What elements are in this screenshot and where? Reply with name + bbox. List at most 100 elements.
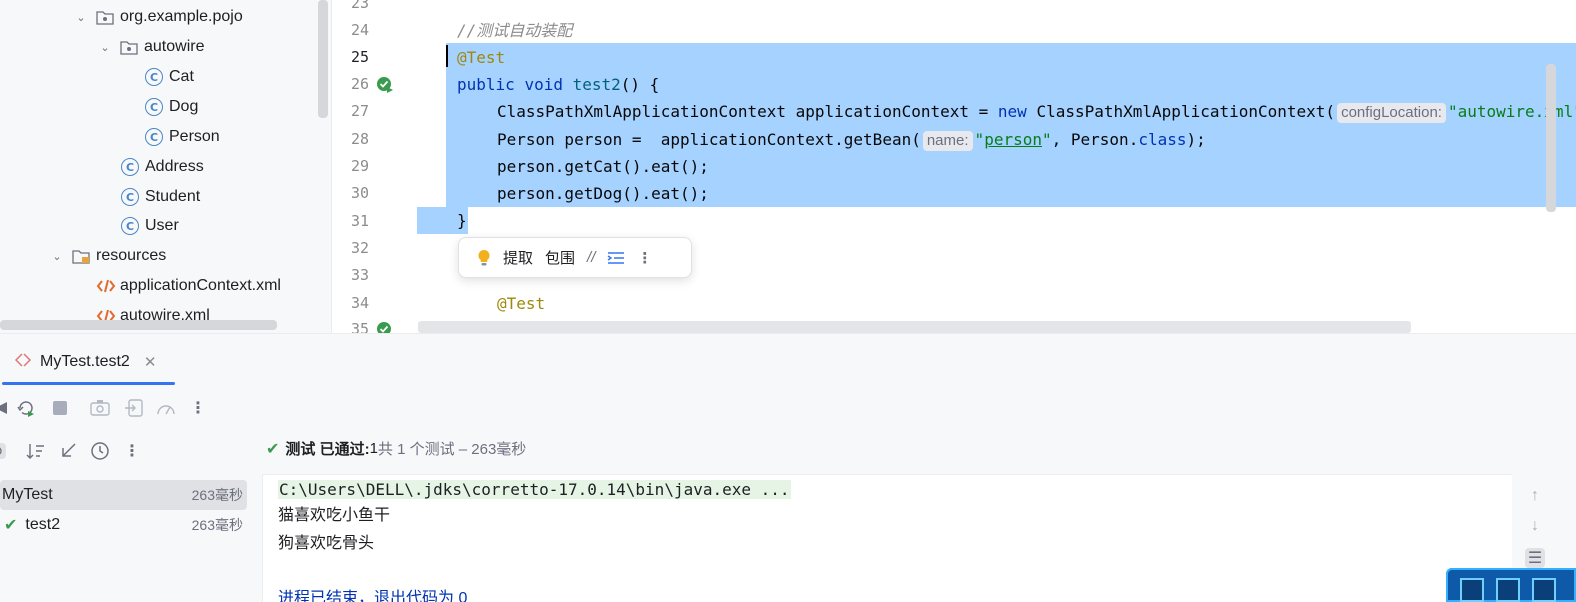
class-icon: C	[145, 98, 163, 116]
chevron-down-icon[interactable]: ⌄	[74, 11, 88, 24]
editor-vertical-scrollbar[interactable]	[1546, 64, 1556, 212]
code-line-24: //测试自动装配	[457, 17, 572, 44]
tree-item-address[interactable]: C Address	[121, 153, 204, 181]
code-line-31: }	[457, 207, 467, 234]
console-line: 猫喜欢吃小鱼干	[278, 507, 391, 524]
run-test-gutter-icon[interactable]	[376, 76, 394, 94]
rerun-icon[interactable]	[0, 398, 14, 418]
code-line-25: @Test	[457, 44, 505, 71]
package-icon	[120, 39, 138, 55]
tree-item-label: org.example.pojo	[120, 8, 243, 25]
tree-item-label: Cat	[169, 68, 194, 85]
line-number: 31	[351, 212, 370, 230]
code-text: );	[1186, 130, 1206, 149]
code-text: ClassPathXmlApplicationContext applicati…	[497, 102, 998, 121]
test-name: test2	[25, 516, 61, 533]
tree-item-student[interactable]: C Student	[121, 183, 200, 211]
rerun-failed-icon[interactable]	[16, 398, 36, 418]
console-command[interactable]: C:\Users\DELL\.jdks\corretto-17.0.14\bin…	[278, 480, 791, 499]
code-method-name: test2	[572, 75, 621, 94]
project-tree: ⌄ org.example.pojo ⌄ autowire C Cat C Do…	[0, 0, 332, 333]
tree-item-autowire[interactable]: ⌄ autowire	[98, 33, 204, 61]
surround-button[interactable]: 包围	[539, 244, 581, 272]
tree-item-label: resources	[96, 247, 167, 264]
collapse-all-icon[interactable]	[58, 441, 78, 461]
extract-button[interactable]: 提取	[497, 244, 539, 272]
filter-passed-icon[interactable]	[0, 441, 12, 461]
line-number: 33	[351, 266, 370, 284]
active-tab-indicator	[2, 382, 175, 385]
test-duration: 263毫秒	[191, 487, 243, 503]
code-keyword: void	[524, 75, 563, 94]
console-output[interactable]: C:\Users\DELL\.jdks\corretto-17.0.14\bin…	[262, 474, 1512, 602]
code-editor[interactable]: 23 24 25 26 27 28 29 30 31 32 33 34 35 /…	[333, 0, 1576, 333]
line-number-active: 25	[351, 48, 370, 66]
arrow-down-icon[interactable]: ↓	[1525, 516, 1545, 536]
status-summary: 共 1 个测试 – 263毫秒	[377, 441, 527, 458]
import-icon[interactable]	[124, 398, 144, 418]
tree-item-applicationcontext-xml[interactable]: applicationContext.xml	[96, 272, 281, 300]
widget-cell[interactable]	[1532, 578, 1556, 602]
class-icon: C	[121, 158, 139, 176]
code-line-26: public void test2() {	[457, 71, 659, 98]
tree-item-user[interactable]: C User	[121, 212, 179, 240]
camera-icon[interactable]	[90, 398, 110, 418]
tree-item-resources[interactable]: ⌄ resources	[50, 242, 166, 270]
code-keyword: new	[997, 102, 1027, 121]
parameter-hint: name:	[922, 131, 973, 151]
run-config-icon	[14, 352, 32, 373]
tree-horizontal-scrollbar[interactable]	[0, 320, 277, 330]
editor-horizontal-scrollbar[interactable]	[418, 321, 1411, 333]
widget-cell[interactable]	[1496, 578, 1520, 602]
arrow-up-icon[interactable]: ↑	[1525, 486, 1545, 506]
check-icon: ✔	[4, 517, 18, 534]
more-options-icon[interactable]: ⋮	[631, 244, 658, 272]
code-string: "autowire.xml");	[1447, 102, 1576, 121]
widget-cell[interactable]	[1460, 578, 1484, 602]
floating-action-toolbar: 提取 包围 // ⋮	[458, 237, 692, 278]
code-line-28: Person person = applicationContext.getBe…	[497, 126, 1206, 153]
line-number: 28	[351, 130, 370, 148]
tab-mytest-test2[interactable]: MyTest.test2 ✕	[14, 348, 156, 376]
history-icon[interactable]	[90, 441, 110, 461]
more-options-icon[interactable]: ⋮	[188, 398, 208, 418]
tree-item-person[interactable]: C Person	[145, 123, 220, 151]
run-test-gutter-icon[interactable]	[376, 321, 394, 333]
comment-button[interactable]: //	[581, 244, 601, 272]
line-number: 27	[351, 102, 370, 120]
code-text: , Person.	[1051, 130, 1139, 149]
soft-wrap-icon[interactable]: ☰	[1525, 548, 1545, 568]
line-number: 30	[351, 184, 370, 202]
sort-icon[interactable]	[26, 441, 46, 461]
code-text: Person person = applicationContext.getBe…	[497, 130, 921, 149]
xml-file-icon	[96, 277, 116, 295]
console-exit-line: 进程已结束，退出代码为 0	[278, 590, 468, 602]
coverage-icon[interactable]	[156, 398, 176, 418]
tree-item-cat[interactable]: C Cat	[145, 63, 194, 91]
console-line: 狗喜欢吃骨头	[278, 535, 375, 552]
lightbulb-icon[interactable]	[471, 244, 497, 272]
code-text: person.getDog().eat();	[497, 184, 709, 203]
overlay-widget[interactable]	[1446, 568, 1576, 602]
more-options-icon[interactable]: ⋮	[122, 441, 142, 461]
code-line-29: person.getCat().eat();	[497, 153, 709, 180]
tree-item-label: Student	[145, 188, 201, 205]
status-count: 1	[369, 440, 378, 457]
test-row-mytest[interactable]: MyTest 263毫秒	[0, 480, 247, 510]
line-number: 24	[351, 21, 370, 39]
chevron-down-icon[interactable]: ⌄	[98, 41, 112, 54]
code-string-link[interactable]: person	[984, 130, 1042, 149]
test-status: ✔ 测试 已通过: 1 共 1 个测试 – 263毫秒	[266, 438, 526, 459]
test-row-test2[interactable]: ✔ test2 263毫秒	[0, 510, 247, 540]
tree-item-label: User	[145, 217, 179, 234]
tree-vertical-scrollbar[interactable]	[318, 0, 328, 118]
reformat-icon[interactable]	[601, 244, 631, 272]
tree-item-dog[interactable]: C Dog	[145, 93, 198, 121]
package-icon	[96, 9, 114, 25]
close-icon[interactable]: ✕	[144, 353, 157, 371]
tree-item-org-example-pojo[interactable]: ⌄ org.example.pojo	[74, 3, 243, 31]
chevron-down-icon[interactable]: ⌄	[50, 250, 64, 263]
stop-icon[interactable]	[50, 398, 70, 418]
code-comment: //测试自动装配	[457, 21, 573, 40]
status-prefix: 测试 已通过:	[285, 441, 370, 458]
